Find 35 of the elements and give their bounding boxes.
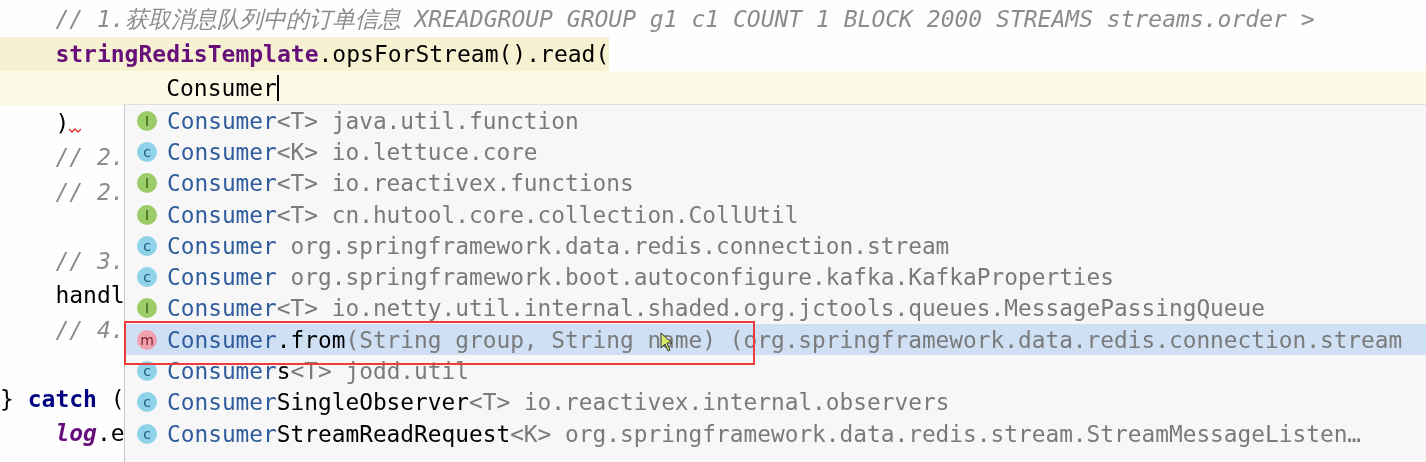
interface-icon: I (137, 204, 157, 225)
code-text: handl (54, 281, 125, 310)
code-text: ( (109, 384, 125, 414)
interface-icon: I (137, 110, 157, 131)
code-identifier: stringRedisTemplate (0, 36, 319, 71)
code-comment: // 1.获取消息队列中的订单信息 XREADGROUP GROUP g1 c1 COUNT 1 BLOCK 2000 STREAMS streams.order > (54, 5, 1315, 34)
interface-icon: I (137, 298, 157, 319)
class-icon: c (137, 423, 157, 444)
completion-item[interactable]: I Consumer<T> java.util.function (125, 105, 1426, 137)
completion-item[interactable]: c Consumer org.springframework.data.redis.connection.stream (125, 230, 1426, 262)
completion-item[interactable]: I Consumer<T> io.netty.util.internal.shaded.org.jctools.queues.MessagePassingQueue (125, 292, 1426, 325)
code-comment: // 4. (54, 315, 125, 345)
code-text: } (0, 384, 15, 414)
code-comment: // 3. (54, 246, 125, 276)
code-text: .e (96, 419, 125, 448)
completion-item[interactable]: c ConsumerSingleObserver<T> io.reactivex.internal.observers (125, 386, 1426, 418)
class-icon: c (137, 267, 157, 288)
code-comment: // 2. (54, 143, 125, 172)
class-icon: c (137, 235, 157, 256)
completion-item[interactable]: I Consumer<T> cn.hutool.core.collection.CollUtil (125, 198, 1426, 231)
completion-item[interactable]: c Consumer org.springframework.boot.autoconfigure.kafka.KafkaProperties (125, 261, 1426, 293)
code-text: .opsForStream().read( (318, 36, 610, 71)
code-text: Consumer (165, 74, 277, 103)
method-icon: m (137, 329, 157, 350)
completion-item[interactable]: c ConsumerStreamReadRequest<K> org.springframework.data.redis.stream.StreamMessageListen… (125, 417, 1426, 450)
completion-item[interactable]: c Consumer<K> io.lettuce.core (125, 136, 1426, 168)
class-icon: c (137, 392, 157, 413)
code-comment: // 2. (54, 177, 125, 207)
class-icon: c (137, 361, 157, 381)
code-identifier: log (54, 419, 97, 448)
code-text: ) (54, 108, 70, 138)
code-keyword: catch (27, 384, 97, 414)
completion-item[interactable]: I Consumer<T> io.reactivex.functions (125, 167, 1426, 199)
interface-icon: I (137, 173, 157, 194)
class-icon: c (137, 141, 157, 162)
